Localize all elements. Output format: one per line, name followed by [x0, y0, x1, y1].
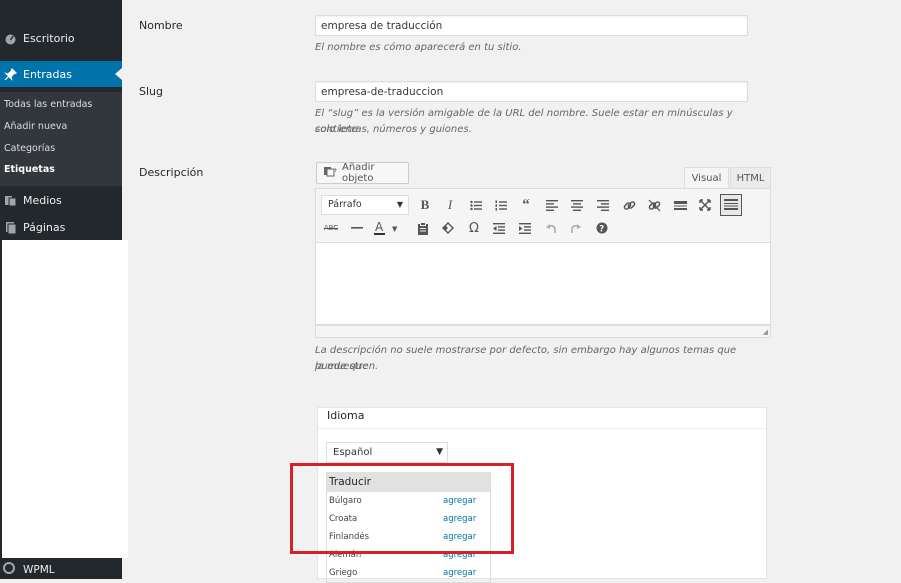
menu-label: Páginas [23, 220, 66, 234]
add-media-label: Añadir objeto [342, 162, 375, 184]
submenu-todas-las-entradas[interactable]: Todas las entradas [4, 99, 92, 110]
align-center-icon[interactable] [567, 195, 587, 215]
add-media-button[interactable]: + Añadir objeto [316, 162, 409, 184]
toolbar-toggle-icon[interactable] [720, 194, 742, 216]
highlight-box [290, 463, 514, 554]
language-selected: Español [333, 447, 373, 458]
tab-visual[interactable]: Visual [684, 167, 729, 189]
divider [318, 428, 766, 429]
submenu-categorias[interactable]: Categorías [4, 143, 55, 154]
format-select[interactable]: Párrafo ▼ [321, 195, 409, 215]
menu-label: Medios [23, 193, 62, 207]
align-left-icon[interactable] [542, 195, 562, 215]
numbered-list-icon[interactable] [491, 195, 511, 215]
submenu-anadir-nueva[interactable]: Añadir nueva [4, 121, 67, 132]
menu-item-medios[interactable]: Medios [0, 187, 122, 213]
description-label: Descripción [139, 166, 204, 179]
fullscreen-icon[interactable] [695, 195, 715, 215]
list-item: Griego agregar [327, 564, 490, 582]
svg-text:?: ? [599, 224, 604, 234]
sidebar-blank-area [2, 240, 128, 558]
outdent-icon[interactable] [489, 218, 509, 238]
editor-status-bar: ◢ [315, 325, 771, 338]
menu-label: Entradas [23, 67, 72, 81]
pin-icon [3, 67, 17, 81]
menu-label: WPML [23, 563, 55, 576]
menu-item-paginas[interactable]: Páginas [0, 214, 122, 240]
unlink-icon[interactable] [644, 195, 664, 215]
bullet-list-icon[interactable] [466, 195, 486, 215]
chevron-down-icon: ▼ [396, 200, 403, 209]
redo-icon[interactable] [566, 218, 586, 238]
text-color-icon[interactable]: A ▼ [372, 218, 400, 238]
bold-icon[interactable]: B [415, 195, 435, 215]
clear-formatting-icon[interactable] [438, 218, 458, 238]
language-title: Idioma [327, 409, 365, 422]
media-icon [3, 193, 17, 207]
description-textarea[interactable] [315, 243, 771, 325]
description-help-line2: la muestren. [315, 361, 379, 372]
special-character-icon[interactable]: Ω [464, 218, 484, 238]
slug-help-line2: solo letras, números y guiones. [315, 124, 472, 135]
slug-input[interactable]: empresa-de-traduccion [315, 81, 748, 102]
horizontal-line-icon[interactable] [347, 218, 367, 238]
svg-text:▼: ▼ [392, 225, 398, 233]
italic-icon[interactable]: I [440, 195, 460, 215]
submenu-etiquetas[interactable]: Etiquetas [4, 164, 55, 175]
help-icon[interactable]: ? [592, 218, 612, 238]
resize-handle-icon[interactable]: ◢ [763, 328, 768, 336]
menu-label: Escritorio [23, 31, 75, 45]
editor-toolbar: Párrafo ▼ B I “ ABC A ▼ Ω ? [315, 188, 771, 243]
format-value: Párrafo [328, 199, 362, 210]
dashboard-icon [3, 31, 17, 45]
undo-icon[interactable] [541, 218, 561, 238]
menu-item-entradas[interactable]: Entradas [0, 61, 122, 87]
svg-text:+: + [333, 167, 337, 174]
read-more-icon[interactable] [670, 195, 690, 215]
blockquote-icon[interactable]: “ [516, 195, 536, 215]
strikethrough-icon[interactable]: ABC [321, 218, 341, 238]
paste-text-icon[interactable] [413, 218, 433, 238]
align-right-icon[interactable] [593, 195, 613, 215]
name-input[interactable]: empresa de traducción [315, 15, 748, 36]
menu-item-wpml[interactable]: WPML [0, 560, 122, 579]
name-label: Nombre [139, 19, 183, 32]
name-help: El nombre es cómo aparecerá en tu sitio. [315, 42, 522, 53]
svg-text:A: A [375, 221, 384, 234]
pages-icon [3, 220, 17, 234]
slug-label: Slug [139, 85, 163, 98]
add-translation-link[interactable]: agregar [443, 565, 476, 582]
tab-html[interactable]: HTML [730, 167, 771, 189]
wpml-icon [3, 562, 15, 577]
link-icon[interactable] [619, 195, 639, 215]
chevron-down-icon: ▼ [436, 447, 443, 457]
indent-icon[interactable] [515, 218, 535, 238]
language-name: Griego [329, 568, 358, 578]
menu-item-escritorio[interactable]: Escritorio [0, 25, 122, 51]
entradas-submenu: Todas las entradas Añadir nueva Categorí… [0, 92, 122, 186]
add-media-icon: + [323, 166, 338, 180]
language-select[interactable]: Español ▼ [326, 442, 448, 463]
